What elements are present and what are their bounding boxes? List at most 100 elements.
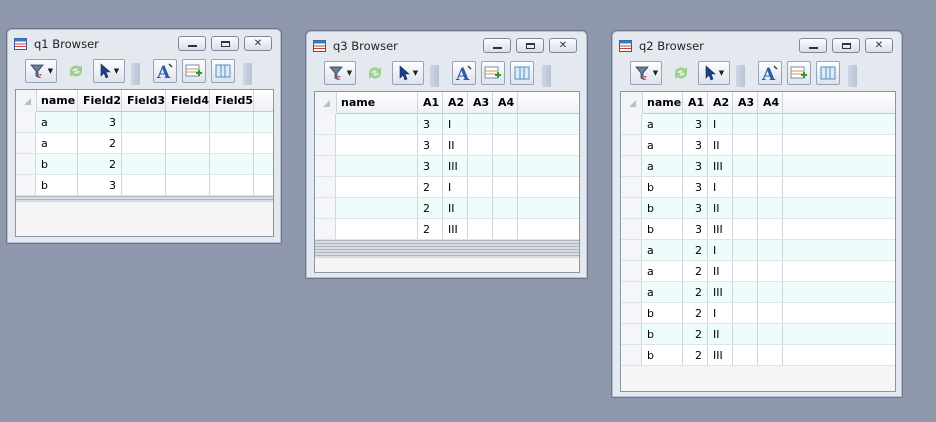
row-selector[interactable] [315, 135, 336, 155]
cell-a3[interactable] [733, 135, 758, 155]
minimize-button[interactable] [178, 36, 206, 51]
font-button[interactable]: A [153, 59, 177, 83]
cell-name[interactable]: a [642, 282, 683, 302]
cell-name[interactable]: b [642, 324, 683, 344]
column-header[interactable]: A2 [708, 92, 733, 113]
new-record-row[interactable] [315, 240, 579, 258]
table-row[interactable]: a 2 II [621, 261, 895, 282]
cell-field3[interactable] [122, 154, 166, 174]
column-header[interactable]: name [336, 92, 418, 113]
cell-name[interactable] [336, 177, 418, 197]
cell-field3[interactable] [122, 133, 166, 153]
column-header[interactable]: A1 [683, 92, 708, 113]
table-row[interactable]: b 2 III [621, 345, 895, 366]
column-header[interactable]: Field2 [78, 90, 122, 111]
cell-a3[interactable] [733, 303, 758, 323]
table-row[interactable]: b 2 I [621, 303, 895, 324]
minimize-button[interactable] [483, 38, 511, 53]
close-button[interactable]: ✕ [549, 38, 577, 53]
row-selector[interactable] [621, 198, 642, 218]
toolbar-grip[interactable] [131, 63, 140, 85]
cell-a1[interactable]: 2 [683, 324, 708, 344]
q2-title-bar[interactable]: q2 Browser ✕ [612, 31, 902, 59]
cell-a2[interactable]: II [708, 198, 733, 218]
cell-name[interactable]: b [642, 198, 683, 218]
select-button[interactable]: ▼ [392, 61, 424, 85]
cell-a3[interactable] [468, 177, 493, 197]
maximize-button[interactable] [516, 38, 544, 53]
select-all-corner[interactable] [315, 92, 337, 114]
refresh-button[interactable] [63, 59, 89, 83]
column-header[interactable]: A2 [443, 92, 468, 113]
cell-a4[interactable] [758, 240, 783, 260]
cell-a3[interactable] [468, 219, 493, 239]
row-selector[interactable] [16, 175, 36, 195]
cell-a3[interactable] [468, 114, 493, 134]
toolbar-grip[interactable] [430, 65, 439, 87]
layout-button[interactable] [211, 59, 235, 83]
cell-name[interactable]: b [642, 303, 683, 323]
add-record-button[interactable] [787, 61, 811, 85]
table-row[interactable]: a 2 [16, 133, 273, 154]
cell-a2[interactable]: III [708, 156, 733, 176]
cell-a1[interactable]: 2 [683, 303, 708, 323]
cell-field2[interactable]: 2 [78, 133, 122, 153]
toolbar-grip[interactable] [736, 65, 745, 87]
cell-a1[interactable]: 2 [418, 177, 443, 197]
table-row[interactable]: 2 II [315, 198, 579, 219]
cell-a4[interactable] [758, 324, 783, 344]
row-selector[interactable] [315, 219, 336, 239]
row-selector[interactable] [621, 135, 642, 155]
cell-a4[interactable] [758, 135, 783, 155]
row-selector[interactable] [621, 219, 642, 239]
cell-a3[interactable] [733, 261, 758, 281]
row-selector[interactable] [16, 154, 36, 174]
cell-a2[interactable]: I [708, 177, 733, 197]
table-row[interactable]: 3 I [315, 114, 579, 135]
table-row[interactable]: 3 III [315, 156, 579, 177]
cell-a3[interactable] [733, 198, 758, 218]
cell-a3[interactable] [733, 240, 758, 260]
cell-a4[interactable] [493, 135, 518, 155]
cell-a1[interactable]: 2 [683, 261, 708, 281]
cell-a2[interactable]: I [443, 177, 468, 197]
cell-a3[interactable] [733, 156, 758, 176]
select-button[interactable]: ▼ [93, 59, 125, 83]
cell-name[interactable]: a [642, 240, 683, 260]
close-button[interactable]: ✕ [244, 36, 272, 51]
cell-a2[interactable]: III [443, 156, 468, 176]
row-selector[interactable] [16, 112, 36, 132]
row-selector[interactable] [621, 240, 642, 260]
cell-a1[interactable]: 2 [418, 219, 443, 239]
q1-title-bar[interactable]: q1 Browser ✕ [7, 29, 281, 57]
cell-a2[interactable]: I [708, 240, 733, 260]
cell-a2[interactable]: II [708, 135, 733, 155]
cell-a4[interactable] [758, 219, 783, 239]
table-row[interactable]: 3 II [315, 135, 579, 156]
cell-name[interactable]: a [36, 112, 78, 132]
table-row[interactable]: a 2 III [621, 282, 895, 303]
cell-a1[interactable]: 3 [418, 135, 443, 155]
cell-field4[interactable] [166, 133, 210, 153]
cell-a1[interactable]: 3 [683, 114, 708, 134]
cell-a3[interactable] [733, 177, 758, 197]
cell-a3[interactable] [468, 135, 493, 155]
cell-a1[interactable]: 3 [683, 135, 708, 155]
cell-a1[interactable]: 3 [683, 156, 708, 176]
cell-a1[interactable]: 2 [683, 240, 708, 260]
cell-field5[interactable] [210, 133, 254, 153]
layout-button[interactable] [816, 61, 840, 85]
cell-a1[interactable]: 3 [418, 114, 443, 134]
row-selector[interactable] [621, 156, 642, 176]
cell-name[interactable]: a [642, 135, 683, 155]
cell-a4[interactable] [758, 177, 783, 197]
sort-filter-button[interactable]: z ▼ [630, 61, 662, 85]
q2-data-grid[interactable]: name A1 A2 A3 A4 a 3 I a 3 II a 3 III b … [620, 91, 896, 392]
cell-a2[interactable]: III [708, 345, 733, 365]
cell-name[interactable] [336, 198, 418, 218]
column-header[interactable]: name [36, 90, 78, 111]
cell-name[interactable]: a [36, 133, 78, 153]
cell-a2[interactable]: II [708, 261, 733, 281]
table-row[interactable]: b 3 [16, 175, 273, 196]
cell-a2[interactable]: III [708, 219, 733, 239]
